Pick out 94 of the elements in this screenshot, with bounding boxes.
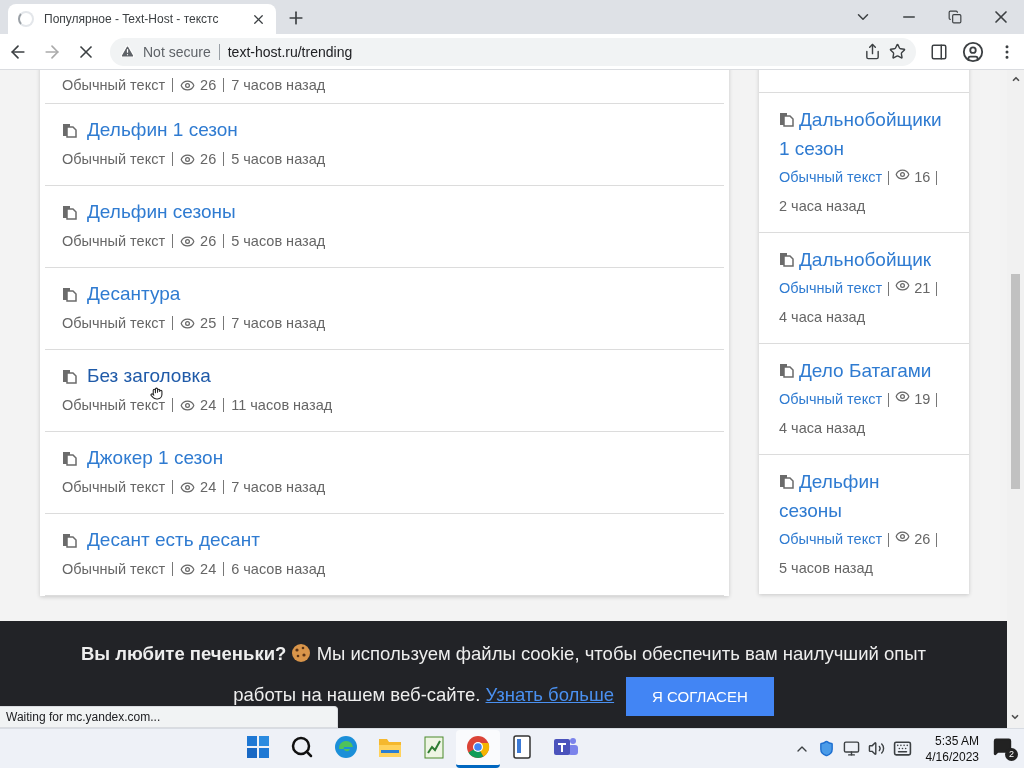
address-bar[interactable]: Not secure text-host.ru/trending [110, 37, 916, 66]
view-count: 25 [200, 314, 217, 333]
post-title-link[interactable]: Десантура [62, 280, 181, 308]
document-icon [779, 474, 794, 489]
view-count: 26 [200, 150, 217, 169]
post-title-link[interactable]: Дальнобойщики 1 сезон [779, 105, 945, 163]
folder-icon[interactable] [378, 736, 402, 758]
browser-tab[interactable]: Популярное - Text-Host - текстс [8, 4, 276, 34]
scroll-up-icon[interactable] [1010, 74, 1021, 84]
eye-icon [180, 151, 196, 167]
text-type: Обычный текст [62, 396, 166, 415]
warning-icon[interactable] [120, 44, 135, 59]
notification-count: 2 [1005, 747, 1018, 761]
post-time: 5 часов назад [779, 560, 873, 576]
document-icon [62, 204, 77, 220]
book-icon[interactable] [512, 735, 532, 759]
view-count: 24 [200, 478, 217, 497]
text-type-link[interactable]: Обычный текст [779, 280, 883, 296]
shield-icon[interactable] [817, 740, 835, 757]
text-type: Обычный текст [62, 478, 166, 497]
learn-more-link[interactable]: Узнать больше [485, 684, 615, 706]
post-title-link[interactable]: Дальнобойщик [779, 245, 945, 274]
eye-icon [180, 397, 196, 413]
post-title-link[interactable]: Десант есть десант [62, 526, 260, 554]
profile-icon[interactable] [962, 40, 984, 63]
text-type-link[interactable]: Обычный текст [779, 531, 883, 547]
volume-icon[interactable] [867, 740, 885, 757]
post-time: 6 часов назад [231, 560, 326, 579]
side-panel-icon[interactable] [930, 42, 948, 61]
post-title-link[interactable]: Дельфин 1 сезон [62, 116, 238, 144]
view-count: 24 [200, 396, 217, 415]
windows-icon[interactable] [247, 736, 269, 758]
post-time: 4 часа назад [779, 420, 866, 436]
post-time: 4 часа назад [779, 309, 866, 325]
post-time: 11 часов назад [231, 396, 333, 415]
view-count: 19 [914, 391, 931, 407]
post-title-link[interactable]: Джокер 1 сезон [62, 444, 224, 472]
post-title-link[interactable]: Без заголовка [62, 362, 211, 390]
post-time: 5 часов назад [231, 150, 326, 169]
scroll-down-icon[interactable] [1010, 712, 1020, 722]
post-title-link[interactable]: Дельфин сезоны [779, 467, 945, 525]
share-icon[interactable] [864, 43, 881, 60]
view-count: 16 [914, 169, 931, 185]
eye-icon [895, 278, 911, 293]
cookie-icon [291, 643, 312, 664]
post-time: 5 часов назад [231, 232, 326, 251]
browser-icon[interactable] [334, 735, 358, 759]
document-icon [62, 368, 77, 384]
agree-button[interactable]: Я СОГЛАСЕН [626, 676, 774, 716]
text-type: Обычный текст [62, 314, 166, 333]
eye-icon [180, 479, 196, 495]
url-text: text-host.ru/trending [227, 43, 353, 60]
chrome-icon[interactable] [466, 735, 490, 759]
eye-icon [180, 77, 196, 93]
search-icon[interactable] [290, 735, 314, 759]
document-icon [779, 252, 794, 267]
post-title-link[interactable]: Дельфин сезоны [62, 198, 236, 226]
eye-icon [895, 389, 911, 404]
post-time: 7 часов назад [231, 314, 326, 333]
text-type: Обычный текст [62, 150, 166, 169]
text-type: Обычный текст [62, 232, 166, 251]
keyboard-icon[interactable] [892, 739, 912, 758]
star-icon[interactable] [889, 43, 906, 60]
document-icon [779, 112, 794, 127]
document-icon [62, 532, 77, 548]
network-icon[interactable] [842, 740, 860, 757]
document-icon [62, 286, 77, 302]
hand-cursor-icon [150, 387, 163, 400]
view-count: 26 [200, 76, 217, 95]
view-count: 26 [200, 232, 217, 251]
security-label: Not secure [143, 43, 220, 60]
scrollbar-thumb[interactable] [1011, 274, 1020, 489]
eye-icon [180, 233, 196, 249]
post-title-link[interactable]: Дело Батагами [779, 356, 945, 385]
eye-icon [180, 561, 196, 577]
eye-icon [895, 529, 911, 544]
view-count: 24 [200, 560, 217, 579]
document-icon [779, 363, 794, 378]
eye-icon [180, 315, 196, 331]
document-icon [62, 122, 77, 138]
document-icon [62, 450, 77, 466]
clock[interactable]: 5:35 AM 4/16/2023 [925, 732, 979, 765]
notepad-icon[interactable] [423, 735, 445, 759]
post-time: 7 часов назад [231, 478, 326, 497]
text-type: Обычный текст [62, 76, 166, 95]
view-count: 26 [914, 531, 931, 547]
text-type: Обычный текст [62, 560, 166, 579]
eye-icon [895, 167, 911, 182]
post-time: 2 часа назад [779, 198, 866, 214]
text-type-link[interactable]: Обычный текст [779, 391, 883, 407]
tab-title: Популярное - Text-Host - текстс [44, 12, 220, 26]
text-type-link[interactable]: Обычный текст [779, 169, 883, 185]
view-count: 21 [914, 280, 931, 296]
post-time: 7 часов назад [231, 76, 326, 95]
